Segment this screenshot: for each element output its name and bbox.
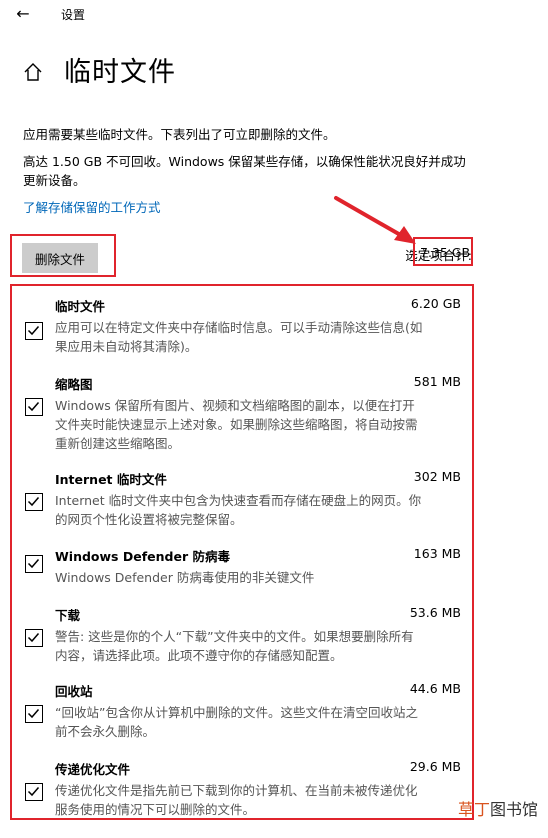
category-size: 6.20 GB	[410, 296, 461, 311]
checkmark-icon	[27, 497, 40, 507]
category-checkbox[interactable]	[25, 629, 43, 647]
reserved-storage-text: 高达 1.50 GB 不可回收。Windows 保留某些存储，以确保性能状况良好…	[23, 154, 466, 188]
checkmark-icon	[27, 559, 40, 569]
checkmark-icon	[27, 326, 40, 336]
selected-total-value: 7.35 GB	[420, 245, 471, 260]
category-description: Windows 保留所有图片、视频和文档缩略图的副本，以便在打开文件夹时能快速显…	[55, 398, 418, 451]
category-name: Windows Defender 防病毒	[55, 549, 230, 564]
category-description: “回收站”包含你从计算机中删除的文件。这些文件在清空回收站之前不会永久删除。	[55, 705, 418, 739]
category-name: 回收站	[55, 684, 93, 699]
title-bar: ← 设置	[0, 0, 548, 30]
page-title: 临时文件	[64, 57, 176, 88]
annotation-arrow-icon	[334, 196, 416, 244]
category-checkbox[interactable]	[25, 493, 43, 511]
back-button[interactable]: ←	[12, 4, 34, 24]
checkmark-icon	[27, 709, 40, 719]
category-size: 581 MB	[413, 374, 461, 389]
category-name: Internet 临时文件	[55, 472, 167, 487]
category-description: 警告: 这些是你的个人“下载”文件夹中的文件。如果想要删除所有内容，请选择此项。…	[55, 629, 414, 663]
category-name: 传递优化文件	[55, 762, 131, 777]
watermark: 草丁图书馆	[457, 800, 538, 819]
category-name: 下载	[55, 608, 81, 623]
category-checkbox[interactable]	[25, 783, 43, 801]
category-size: 302 MB	[413, 469, 461, 484]
home-icon	[24, 63, 42, 81]
category-description: Windows Defender 防病毒使用的非关键文件	[55, 570, 315, 585]
category-size: 44.6 MB	[409, 681, 461, 696]
checkmark-icon	[27, 402, 40, 412]
category-checkbox[interactable]	[25, 322, 43, 340]
category-size: 163 MB	[413, 546, 461, 561]
delete-files-button[interactable]: 删除文件	[22, 243, 98, 273]
category-size: 53.6 MB	[409, 605, 461, 620]
learn-reserved-storage-link[interactable]: 了解存储保留的工作方式	[23, 197, 161, 216]
checkmark-icon	[27, 633, 40, 643]
app-title: 设置	[61, 8, 86, 22]
category-description: 传递优化文件是指先前已下载到你的计算机、在当前未被传递优化服务使用的情况下可以删…	[55, 783, 418, 817]
category-description: 应用可以在特定文件夹中存储临时信息。可以手动清除这些信息(如果应用未自动将其清除…	[55, 320, 423, 354]
category-checkbox[interactable]	[25, 555, 43, 573]
intro-text: 应用需要某些临时文件。下表列出了可立即删除的文件。	[23, 127, 336, 142]
checkmark-icon	[27, 787, 40, 797]
category-description: Internet 临时文件夹中包含为快速查看而存储在硬盘上的网页。你的网页个性化…	[55, 493, 422, 527]
category-name: 临时文件	[55, 299, 106, 314]
category-checkbox[interactable]	[25, 398, 43, 416]
category-name: 缩略图	[55, 377, 93, 392]
category-checkbox[interactable]	[25, 705, 43, 723]
category-size: 29.6 MB	[409, 759, 461, 774]
